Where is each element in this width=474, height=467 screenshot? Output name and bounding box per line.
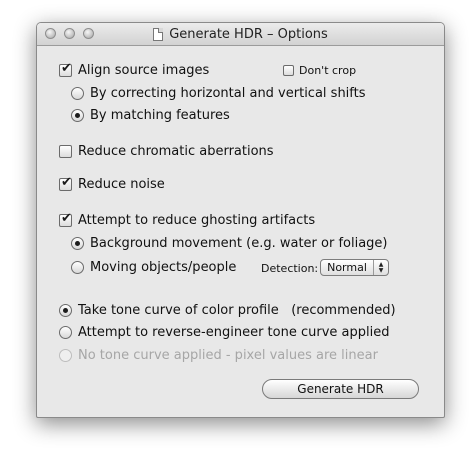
radio-background-movement[interactable]	[71, 237, 84, 250]
detection-popup[interactable]: Normal ▲ ▼	[320, 259, 389, 276]
chromatic-label: Reduce chromatic aberrations	[78, 144, 274, 159]
reduce-noise-checkbox[interactable]: Reduce noise	[59, 175, 165, 192]
radio-tone-reverse[interactable]	[59, 326, 72, 339]
align-option-features-label: By matching features	[90, 108, 230, 123]
radio-tone-profile[interactable]	[59, 304, 72, 317]
tone-curve-reverse-label: Attempt to reverse-engineer tone curve a…	[78, 325, 390, 340]
noise-checkbox-box[interactable]	[59, 175, 72, 191]
generate-hdr-label: Generate HDR	[297, 382, 384, 396]
tone-curve-reverse-radio[interactable]: Attempt to reverse-engineer tone curve a…	[59, 325, 389, 340]
ghosting-label: Attempt to reduce ghosting artifacts	[78, 213, 316, 228]
reduce-chromatic-checkbox[interactable]: Reduce chromatic aberrations	[59, 144, 274, 159]
options-window: Generate HDR – Options Align source imag…	[36, 22, 445, 418]
reduce-ghosting-checkbox[interactable]: Attempt to reduce ghosting artifacts	[59, 211, 316, 228]
tone-curve-profile-radio[interactable]: Take tone curve of color profile (recomm…	[59, 303, 396, 318]
dont-crop-checkbox-box[interactable]	[283, 65, 294, 76]
detection-label: Detection:	[261, 262, 319, 275]
radio-shifts[interactable]	[71, 87, 84, 100]
ghosting-option-background-radio[interactable]: Background movement (e.g. water or folia…	[71, 236, 388, 251]
ghosting-option-moving-radio[interactable]: Moving objects/people	[71, 260, 236, 275]
tone-curve-linear-label: No tone curve applied - pixel values are…	[78, 348, 378, 363]
dont-crop-checkbox[interactable]: Don't crop	[283, 64, 356, 77]
align-checkbox-box[interactable]	[59, 61, 72, 77]
chromatic-checkbox-box[interactable]	[59, 145, 72, 158]
align-option-features-radio[interactable]: By matching features	[71, 108, 230, 123]
title-bar[interactable]: Generate HDR – Options	[37, 23, 444, 46]
radio-tone-linear	[59, 349, 72, 362]
popup-arrows-icon: ▲ ▼	[373, 260, 388, 275]
dont-crop-label: Don't crop	[299, 64, 357, 77]
align-source-images-checkbox[interactable]: Align source images	[59, 61, 210, 78]
radio-features[interactable]	[71, 109, 84, 122]
ghosting-option-background-label: Background movement (e.g. water or folia…	[90, 236, 388, 251]
align-option-shifts-radio[interactable]: By correcting horizontal and vertical sh…	[71, 86, 366, 101]
generate-hdr-button[interactable]: Generate HDR	[262, 379, 419, 399]
window-title: Generate HDR – Options	[169, 26, 328, 42]
detection-value: Normal	[327, 261, 367, 274]
ghosting-option-moving-label: Moving objects/people	[90, 260, 237, 275]
tone-curve-linear-radio: No tone curve applied - pixel values are…	[59, 348, 378, 363]
align-label: Align source images	[78, 63, 210, 78]
align-option-shifts-label: By correcting horizontal and vertical sh…	[90, 86, 366, 101]
document-icon	[153, 27, 164, 41]
noise-label: Reduce noise	[78, 177, 165, 192]
ghosting-checkbox-box[interactable]	[59, 211, 72, 227]
tone-curve-profile-label: Take tone curve of color profile (recomm…	[78, 303, 396, 318]
radio-moving-objects[interactable]	[71, 261, 84, 274]
